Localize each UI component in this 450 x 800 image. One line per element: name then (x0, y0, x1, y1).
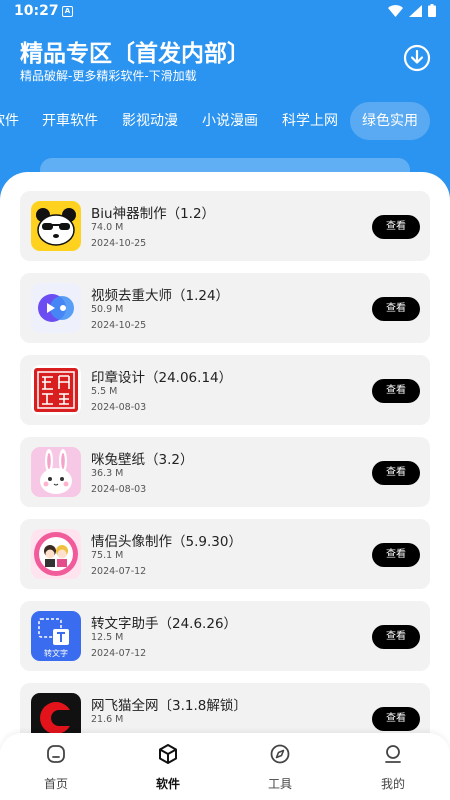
app-size: 75.1 M (91, 550, 124, 561)
notification-icon: A (62, 6, 73, 17)
tab-proxy[interactable]: 科学上网 (270, 102, 350, 140)
app-name: 咪兔壁纸（3.2） (91, 452, 194, 468)
seal-icon (31, 365, 81, 415)
nav-home[interactable]: 首页 (21, 743, 91, 792)
app-card[interactable]: 视频去重大师（1.24） 50.9 M 2024-10-25 查看 (20, 273, 430, 343)
view-button[interactable]: 查看 (372, 379, 420, 403)
app-card[interactable]: Biu神器制作（1.2） 74.0 M 2024-10-25 查看 (20, 191, 430, 261)
tab-novel-comic[interactable]: 小说漫画 (190, 102, 270, 140)
status-bar: 10:27 A (0, 0, 450, 24)
app-name: 转文字助手（24.6.26） (91, 616, 238, 632)
page-subtitle: 精品破解-更多精彩软件-下滑加载 (20, 69, 197, 83)
nav-label: 软件 (155, 777, 180, 791)
app-size: 50.9 M (91, 304, 124, 315)
app-card[interactable]: 印章设计（24.06.14） 5.5 M 2024-08-03 查看 (20, 355, 430, 425)
category-tabs: 软件 开車软件 影视动漫 小说漫画 科学上网 绿色实用 (0, 102, 450, 140)
app-date: 2024-07-12 (91, 648, 147, 659)
tab-kaiche[interactable]: 开車软件 (30, 102, 110, 140)
app-date: 2024-07-12 (91, 566, 147, 577)
app-size: 12.5 M (91, 632, 124, 643)
content-sheet: Biu神器制作（1.2） 74.0 M 2024-10-25 查看 视频去重大师… (0, 172, 450, 800)
nav-mine[interactable]: 我的 (358, 743, 428, 792)
signal-icon (409, 4, 422, 17)
app-card[interactable]: 情侣头像制作（5.9.30） 75.1 M 2024-07-12 查看 (20, 519, 430, 589)
view-button[interactable]: 查看 (372, 707, 420, 731)
home-icon (47, 745, 65, 763)
app-name: 情侣头像制作（5.9.30） (91, 534, 242, 550)
app-size: 21.6 M (91, 714, 124, 725)
icon-caption: 转文字 (44, 648, 68, 658)
nav-label: 首页 (43, 777, 68, 791)
tab-video-anime[interactable]: 影视动漫 (110, 102, 190, 140)
nav-tools[interactable]: 工具 (245, 743, 315, 792)
app-size: 74.0 M (91, 222, 124, 233)
compass-icon (270, 744, 290, 764)
app-name: 视频去重大师（1.24） (91, 288, 230, 304)
status-icons (388, 4, 436, 17)
video-dedupe-icon (31, 283, 81, 333)
couple-avatar-icon (31, 529, 81, 579)
app-date: 2024-10-25 (91, 320, 147, 331)
user-icon (385, 745, 401, 763)
bunny-icon (31, 447, 81, 497)
bottom-nav: 首页 软件 工具 我的 (0, 733, 450, 800)
app-card[interactable]: 咪兔壁纸（3.2） 36.3 M 2024-08-03 查看 (20, 437, 430, 507)
view-button[interactable]: 查看 (372, 543, 420, 567)
download-icon[interactable] (403, 44, 431, 72)
wifi-icon (388, 4, 403, 17)
view-button[interactable]: 查看 (372, 297, 420, 321)
app-card[interactable]: 转文字 转文字助手（24.6.26） 12.5 M 2024-07-12 查看 (20, 601, 430, 671)
app-date: 2024-10-25 (91, 238, 147, 249)
app-date: 2024-08-03 (91, 484, 147, 495)
app-date: 2024-08-03 (91, 402, 147, 413)
nav-label: 工具 (267, 777, 292, 791)
app-name: 印章设计（24.06.14） (91, 370, 233, 386)
app-size: 36.3 M (91, 468, 124, 479)
cube-icon (159, 744, 177, 764)
tab-green-utility[interactable]: 绿色实用 (350, 102, 430, 140)
text-convert-icon: 转文字 (31, 611, 81, 661)
tab-software[interactable]: 软件 (0, 102, 20, 140)
page-title: 精品专区〔首发内部〕 (20, 41, 250, 67)
app-name: 网飞猫全网〔3.1.8解锁〕 (91, 698, 247, 714)
view-button[interactable]: 查看 (372, 625, 420, 649)
app-name: Biu神器制作（1.2） (91, 206, 216, 222)
nav-label: 我的 (380, 777, 405, 791)
nav-software[interactable]: 软件 (133, 743, 203, 792)
battery-icon (428, 4, 436, 17)
panda-icon (31, 201, 81, 251)
view-button[interactable]: 查看 (372, 215, 420, 239)
view-button[interactable]: 查看 (372, 461, 420, 485)
status-time: 10:27 (14, 3, 59, 19)
app-size: 5.5 M (91, 386, 118, 397)
